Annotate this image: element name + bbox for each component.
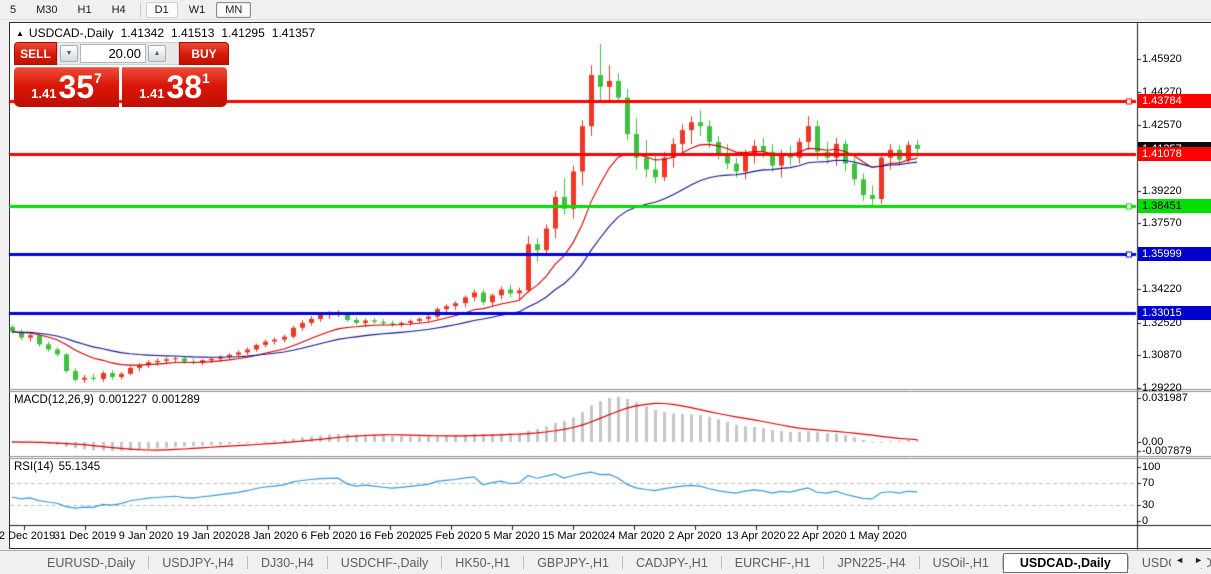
buy-button[interactable]: BUY bbox=[179, 42, 229, 65]
price-badge: 1.41078 bbox=[1138, 147, 1211, 161]
date-label: 1 May 2020 bbox=[849, 530, 906, 542]
tab-scroll-left-icon[interactable]: ◄ bbox=[1175, 555, 1184, 565]
sell-price-big: 35 bbox=[58, 69, 94, 105]
tab-scroll-buttons: ◄ ► bbox=[1171, 552, 1207, 568]
macd-label: MACD(12,26,9) 0.001227 0.001289 bbox=[14, 394, 205, 406]
price-badge: 1.35999 bbox=[1138, 247, 1211, 261]
date-label: 13 Apr 2020 bbox=[726, 530, 785, 542]
date-label: 25 Feb 2020 bbox=[420, 530, 482, 542]
ohlc-high: 1.41513 bbox=[171, 26, 214, 40]
symbol-title: USDCAD-,Daily bbox=[29, 26, 114, 40]
one-click-trading-panel: SELL ▼ ▲ BUY 1.41 35 7 1.41 38 1 bbox=[14, 42, 229, 107]
macd-signal-value: 0.001289 bbox=[152, 394, 200, 406]
date-label: 31 Dec 2019 bbox=[54, 530, 116, 542]
price-badge: 1.38451 bbox=[1138, 199, 1211, 213]
ohlc-close: 1.41357 bbox=[272, 26, 315, 40]
rsi-scale-label: 100 bbox=[1142, 461, 1160, 473]
buy-price-box[interactable]: 1.41 38 1 bbox=[122, 67, 227, 107]
volume-input[interactable] bbox=[80, 44, 146, 63]
date-label: 24 Mar 2020 bbox=[603, 530, 665, 542]
date-label: 16 Feb 2020 bbox=[359, 530, 421, 542]
ohlc-open: 1.41342 bbox=[121, 26, 164, 40]
buy-price-sup: 1 bbox=[202, 70, 210, 86]
price-tick: 1.34220 bbox=[1142, 283, 1182, 295]
buy-price-prefix: 1.41 bbox=[139, 86, 164, 101]
date-label: 19 Jan 2020 bbox=[177, 530, 238, 542]
trading-terminal: 5 M30 H1 H4 D1 W1 MN ▲USDCAD-,Daily1.413… bbox=[0, 0, 1211, 574]
rsi-scale-label: 0 bbox=[1142, 515, 1148, 527]
date-label: 6 Feb 2020 bbox=[301, 530, 357, 542]
volume-increase-button[interactable]: ▲ bbox=[148, 45, 166, 62]
rsi-scale-label: 30 bbox=[1142, 499, 1154, 511]
sell-price-box[interactable]: 1.41 35 7 bbox=[14, 67, 119, 107]
sell-price-prefix: 1.41 bbox=[31, 86, 56, 101]
price-badge: 1.43784 bbox=[1138, 94, 1211, 108]
tab-scroll-right-icon[interactable]: ► bbox=[1194, 555, 1203, 565]
sell-button[interactable]: SELL bbox=[14, 42, 57, 65]
volume-decrease-button[interactable]: ▼ bbox=[60, 45, 78, 62]
rsi-name: RSI(14) bbox=[14, 461, 54, 473]
date-label: 15 Mar 2020 bbox=[542, 530, 604, 542]
date-label: 22 Apr 2020 bbox=[787, 530, 846, 542]
rsi-scale-label: 70 bbox=[1142, 477, 1154, 489]
price-badge: 1.33015 bbox=[1138, 306, 1211, 320]
collapse-icon[interactable]: ▲ bbox=[16, 29, 24, 38]
macd-scale-label: -0.007879 bbox=[1142, 445, 1192, 457]
rsi-label: RSI(14) 55.1345 bbox=[14, 461, 105, 473]
macd-name: MACD(12,26,9) bbox=[14, 394, 94, 406]
price-tick: 1.42570 bbox=[1142, 119, 1182, 131]
date-label: 9 Jan 2020 bbox=[119, 530, 173, 542]
macd-scale-label: 0.031987 bbox=[1142, 392, 1188, 404]
date-label: 5 Mar 2020 bbox=[484, 530, 540, 542]
macd-value: 0.001227 bbox=[99, 394, 147, 406]
price-tick: 1.39220 bbox=[1142, 185, 1182, 197]
date-label: 28 Jan 2020 bbox=[238, 530, 299, 542]
rsi-value: 55.1345 bbox=[59, 461, 101, 473]
price-tick: 1.45920 bbox=[1142, 53, 1182, 65]
sell-price-sup: 7 bbox=[94, 70, 102, 86]
price-tick: 1.37570 bbox=[1142, 217, 1182, 229]
buy-price-big: 38 bbox=[166, 69, 202, 105]
ohlc-low: 1.41295 bbox=[221, 26, 264, 40]
volume-control: ▼ ▲ bbox=[57, 42, 179, 65]
date-label: 22 Dec 2019 bbox=[0, 530, 55, 542]
price-tick: 1.30870 bbox=[1142, 349, 1182, 361]
date-label: 2 Apr 2020 bbox=[668, 530, 721, 542]
chart-header: ▲ USDCAD-,Daily 1.41342 1.41513 1.41295 1.413… bbox=[16, 26, 315, 40]
